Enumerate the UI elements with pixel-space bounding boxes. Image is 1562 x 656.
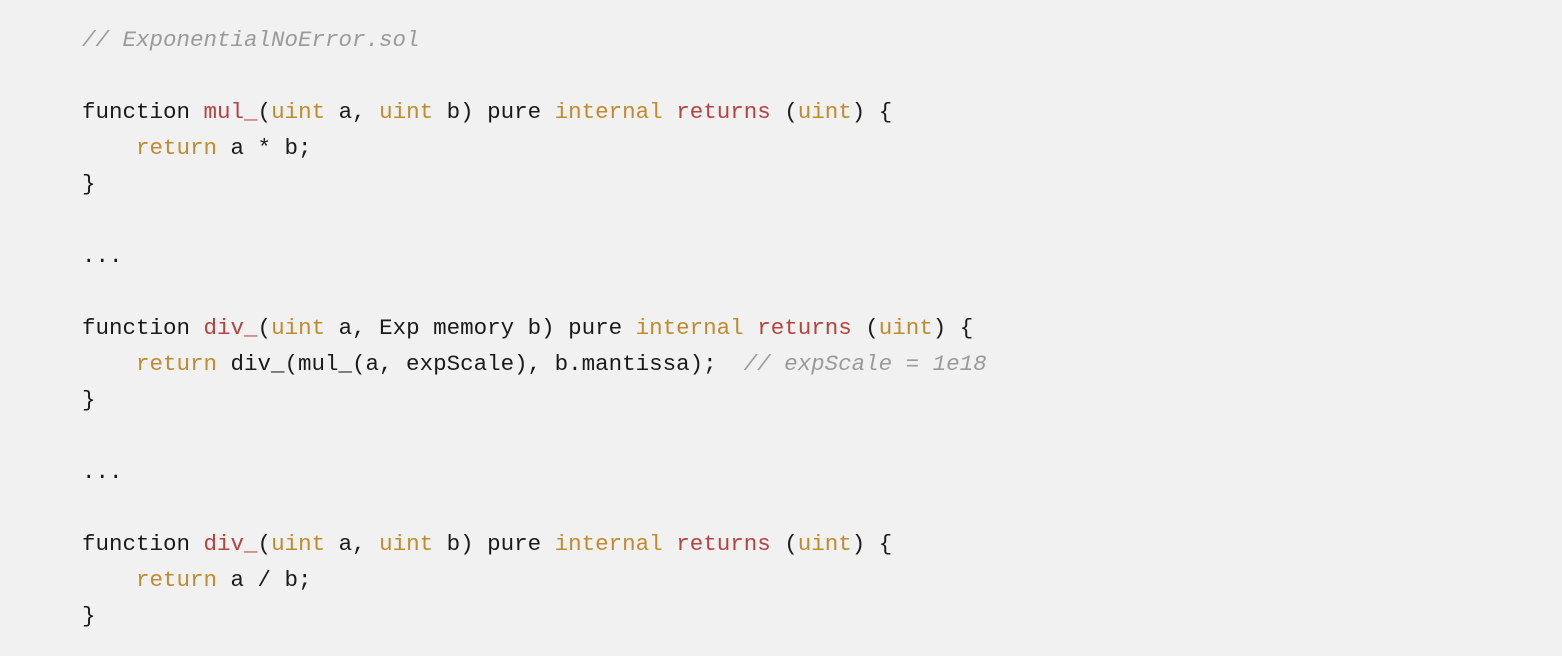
code-line <box>82 490 1562 526</box>
code-line <box>82 58 1562 94</box>
code-block: // ExponentialNoError.sol function mul_(… <box>0 0 1562 656</box>
code-token: return <box>136 567 217 593</box>
code-token: // expScale = 1e18 <box>744 351 987 377</box>
code-token: ) { <box>933 315 974 341</box>
code-token: a / b; <box>217 567 312 593</box>
code-token: internal <box>636 315 744 341</box>
code-line: // ExponentialNoError.sol <box>82 22 1562 58</box>
code-token <box>663 531 677 557</box>
code-token: uint <box>379 531 433 557</box>
code-token: returns <box>757 315 852 341</box>
code-line: return a / b; <box>82 562 1562 598</box>
code-line: ... <box>82 454 1562 490</box>
code-token: uint <box>271 531 325 557</box>
code-token: b) pure <box>433 531 555 557</box>
code-line: } <box>82 598 1562 634</box>
code-line: function div_(uint a, Exp memory b) pure… <box>82 310 1562 346</box>
code-token: function <box>82 531 204 557</box>
code-token: ( <box>771 99 798 125</box>
code-token: ( <box>852 315 879 341</box>
code-token: returns <box>676 99 771 125</box>
code-token: ... <box>82 243 123 269</box>
code-token: } <box>82 603 96 629</box>
code-token: // ExponentialNoError.sol <box>82 27 420 53</box>
code-token: uint <box>798 531 852 557</box>
code-token: a, <box>325 99 379 125</box>
code-token: function <box>82 315 204 341</box>
code-token: ) { <box>852 99 893 125</box>
code-line: } <box>82 166 1562 202</box>
code-token: div_ <box>204 531 258 557</box>
code-token: ( <box>258 99 272 125</box>
code-token: a, <box>325 531 379 557</box>
code-token: ( <box>771 531 798 557</box>
code-token: div_(mul_(a, expScale), b.mantissa); <box>217 351 744 377</box>
code-line: function mul_(uint a, uint b) pure inter… <box>82 94 1562 130</box>
code-token: uint <box>879 315 933 341</box>
code-token <box>82 351 136 377</box>
code-token <box>82 135 136 161</box>
code-line: ... <box>82 238 1562 274</box>
code-line: return div_(mul_(a, expScale), b.mantiss… <box>82 346 1562 382</box>
code-line: function div_(uint a, uint b) pure inter… <box>82 526 1562 562</box>
code-token: } <box>82 387 96 413</box>
code-token: uint <box>271 99 325 125</box>
code-token: ) { <box>852 531 893 557</box>
code-token: uint <box>798 99 852 125</box>
code-line <box>82 418 1562 454</box>
code-token: internal <box>555 531 663 557</box>
code-token: function <box>82 99 204 125</box>
code-token: ( <box>258 315 272 341</box>
code-line <box>82 202 1562 238</box>
code-token <box>744 315 758 341</box>
code-token: a, Exp memory b) pure <box>325 315 636 341</box>
code-token: } <box>82 171 96 197</box>
code-token: ( <box>258 531 272 557</box>
code-token: returns <box>676 531 771 557</box>
code-token: mul_ <box>204 99 258 125</box>
code-token <box>663 99 677 125</box>
code-line: return a * b; <box>82 130 1562 166</box>
code-token: uint <box>379 99 433 125</box>
code-token: ... <box>82 459 123 485</box>
code-token: return <box>136 135 217 161</box>
code-token: uint <box>271 315 325 341</box>
code-token: a * b; <box>217 135 312 161</box>
code-token <box>82 567 136 593</box>
code-line: } <box>82 382 1562 418</box>
code-line <box>82 274 1562 310</box>
code-token: return <box>136 351 217 377</box>
code-token: div_ <box>204 315 258 341</box>
code-token: b) pure <box>433 99 555 125</box>
code-token: internal <box>555 99 663 125</box>
